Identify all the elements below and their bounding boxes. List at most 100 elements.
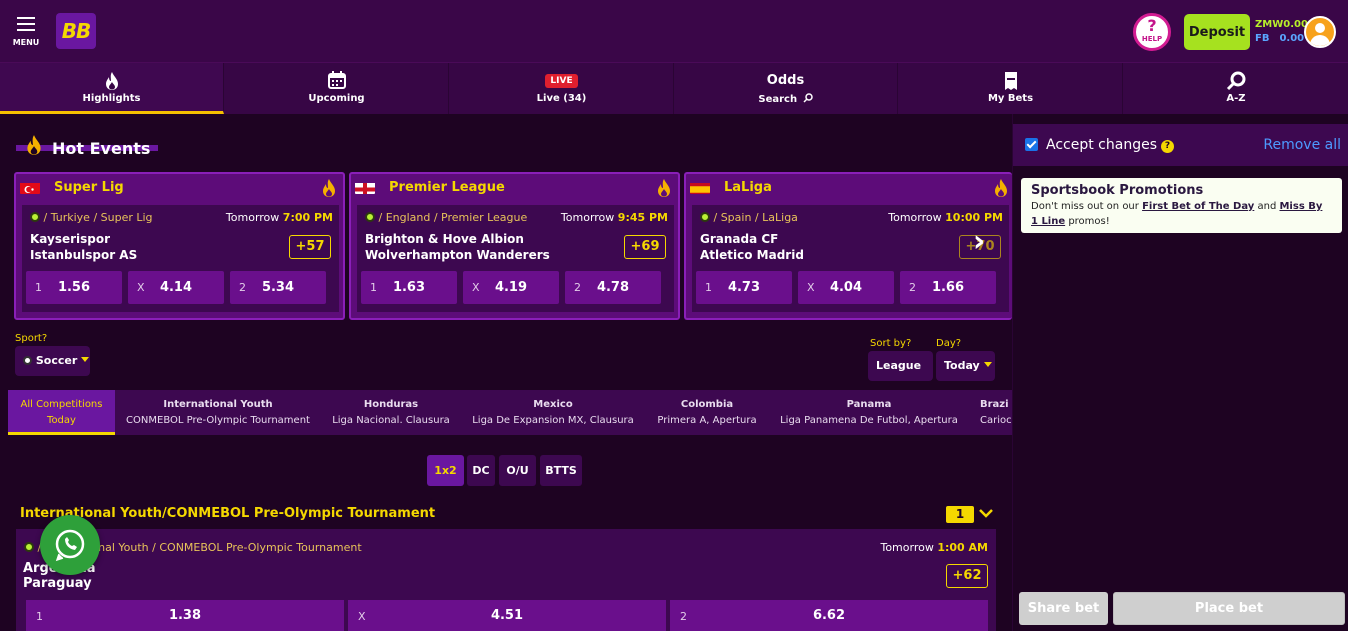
promo-title: Sportsbook Promotions [1031,183,1204,198]
tab-highlights[interactable]: Highlights [0,63,224,114]
help-label: HELP [1141,35,1163,43]
market-tab-1x2[interactable]: 1x2 [427,455,464,486]
tab-my-bets-label: My Bets [987,93,1034,104]
search-icon [1124,71,1348,91]
calendar-icon [225,71,448,91]
odd-button-x[interactable]: X 4.14 [128,271,224,304]
live-badge: LIVE [545,74,578,88]
day-label: Day? [936,338,962,349]
tab-live[interactable]: LIVE Live (34) [450,63,674,114]
menu-button[interactable]: MENU [10,14,42,48]
betslip-header: Accept changes? Remove all [1013,124,1348,166]
away-team: Paraguay [23,576,92,591]
competition-tab[interactable]: Honduras Liga Nacional. Clausura [326,390,456,435]
tab-my-bets[interactable]: My Bets [899,63,1123,114]
home-team: Brighton & Hove Albion [365,232,524,246]
tab-a-z[interactable]: A-Z [1124,63,1348,114]
card-league[interactable]: Super Lig [54,180,124,195]
promotions-box: Sportsbook Promotions Don't miss out on … [1021,178,1342,233]
balance-zmw[interactable]: ZMW0.00 [1255,19,1308,30]
odd-button-1[interactable]: 1 1.38 [26,600,344,631]
away-team: Istanbulspor AS [30,248,138,262]
market-tab-ou[interactable]: O/U [499,455,536,486]
market-tab-dc[interactable]: DC [467,455,495,486]
tab-a-z-label: A-Z [1226,93,1246,104]
info-icon[interactable]: ? [1160,140,1174,153]
card-league[interactable]: LaLiga [724,180,772,195]
hot-event-card[interactable]: Premier League / England / Premier Leagu… [349,172,680,320]
card-path: / England / Premier League [378,211,528,224]
soccer-ball-icon [24,542,34,552]
competition-tab[interactable]: International Youth CONMEBOL Pre-Olympic … [120,390,316,435]
balance-fb[interactable]: FB 0.00 [1255,33,1304,44]
hot-event-card[interactable]: Super Lig / Turkiye / Super Lig Tomorrow… [14,172,345,320]
top-bar: MENU BB ? HELP Deposit ZMW0.00 FB 0.00 [0,0,1348,63]
question-icon: ? [1147,16,1157,35]
competition-tab[interactable]: All Competitions Today [8,390,115,435]
competition-tab[interactable]: Brazi Carioc [980,390,1012,435]
tab-odds-search[interactable]: Odds Search [674,63,898,114]
card-time: Tomorrow 10:00 PM [888,211,1003,224]
tab-live-label: Live (34) [536,93,587,104]
odd-button-1[interactable]: 1 1.56 [26,271,122,304]
england-flag-icon [355,181,375,194]
away-team: Wolverhampton Wanderers [365,248,550,262]
turkey-flag-icon [20,181,40,194]
odd-button-2[interactable]: 2 5.34 [230,271,326,304]
carousel-next-icon[interactable]: › [966,227,992,259]
flame-icon [0,71,223,91]
hamburger-icon [17,17,35,19]
deposit-button[interactable]: Deposit [1184,14,1250,50]
remove-all-link[interactable]: Remove all [1263,137,1341,153]
sort-label: Sort by? [870,338,912,349]
user-avatar-icon[interactable] [1304,16,1336,48]
chevron-down-icon[interactable] [978,505,994,521]
hot-events-title: Hot Events [52,139,151,158]
odd-button-2[interactable]: 2 4.78 [565,271,661,304]
more-markets-button[interactable]: +62 [946,564,988,588]
away-team: Atletico Madrid [700,248,804,262]
card-path: / Turkiye / Super Lig [43,211,153,224]
hot-event-card[interactable]: LaLiga / Spain / LaLiga Tomorrow 10:00 P… [684,172,1012,320]
tab-upcoming-label: Upcoming [308,93,365,104]
odd-button-1[interactable]: 1 1.63 [361,271,457,304]
odd-button-2[interactable]: 2 6.62 [670,600,988,631]
competitions-bar: All Competitions Today International Yout… [8,390,1012,435]
competition-tab[interactable]: Mexico Liga De Expansion MX, Clausura [470,390,636,435]
event-count-badge: 1 [946,506,974,523]
home-team: Kayserispor [30,232,111,246]
card-league[interactable]: Premier League [389,180,505,195]
odd-button-x[interactable]: X 4.51 [348,600,666,631]
market-tab-btts[interactable]: BTTS [540,455,582,486]
odd-button-x[interactable]: X 4.19 [463,271,559,304]
whatsapp-icon[interactable] [40,515,100,575]
place-bet-button[interactable]: Place bet [1113,592,1345,625]
help-button[interactable]: ? HELP [1133,13,1171,51]
promo-link-first-bet[interactable]: First Bet of The Day [1142,201,1254,212]
accept-changes-label: Accept changes [1046,137,1157,153]
competition-tab[interactable]: Panama Liga Panamena De Futbol, Apertura [780,390,958,435]
search-icon [803,93,813,103]
flame-icon [993,178,1009,202]
competition-tab[interactable]: Colombia Primera A, Apertura [650,390,764,435]
hot-events-heading: Hot Events [16,134,158,158]
main-nav: Highlights Upcoming LIVE Live (34) Odds … [0,63,1348,114]
more-markets-button[interactable]: +69 [624,235,666,259]
soccer-ball-icon [365,212,375,222]
chevron-down-icon [983,362,992,367]
tab-upcoming[interactable]: Upcoming [225,63,449,114]
event-row[interactable]: / International Youth / CONMEBOL Pre-Oly… [16,529,996,631]
odd-button-1[interactable]: 1 4.73 [696,271,792,304]
share-bet-button[interactable]: Share bet [1019,592,1108,625]
main-content: Hot Events Super Lig / Turkiye / Super L… [0,114,1012,631]
accept-changes-checkbox[interactable] [1025,138,1038,151]
soccer-ball-icon [23,356,32,365]
tab-odds-search-label: Search [758,94,798,105]
odd-button-x[interactable]: X 4.04 [798,271,894,304]
sport-dropdown[interactable]: Soccer [15,346,90,376]
sort-dropdown[interactable]: League [868,351,933,397]
day-dropdown[interactable]: Today [936,351,995,381]
logo[interactable]: BB [56,13,96,49]
more-markets-button[interactable]: +57 [289,235,331,259]
odd-button-2[interactable]: 2 1.66 [900,271,996,304]
